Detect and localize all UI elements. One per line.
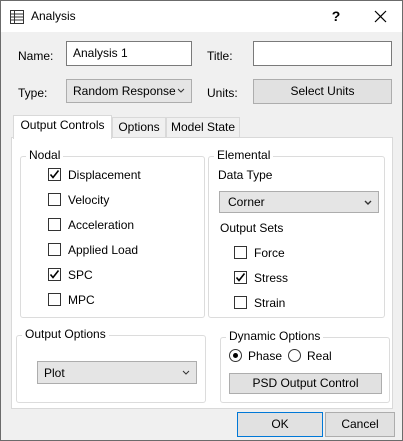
window-title: Analysis xyxy=(31,9,76,23)
velocity-label: Velocity xyxy=(68,193,110,207)
output-controls-panel: Nodal Displacement Velocity Acceleration… xyxy=(11,137,393,409)
help-button[interactable]: ? xyxy=(321,1,351,32)
units-label: Units: xyxy=(207,86,238,100)
select-units-button[interactable]: Select Units xyxy=(253,79,392,104)
strain-label: Strain xyxy=(254,296,286,310)
strain-checkbox[interactable] xyxy=(234,296,247,309)
mpc-label: MPC xyxy=(68,293,95,307)
title-bar: Analysis ? xyxy=(1,1,402,32)
phase-label: Phase xyxy=(248,349,283,363)
name-label: Name: xyxy=(18,49,54,63)
real-label: Real xyxy=(307,349,332,363)
data-type-value: Corner xyxy=(228,195,265,209)
displacement-label: Displacement xyxy=(68,168,141,182)
title-input[interactable] xyxy=(253,41,392,66)
data-type-select[interactable]: Corner xyxy=(219,191,379,213)
stress-label: Stress xyxy=(254,271,289,285)
psd-output-control-button[interactable]: PSD Output Control xyxy=(229,373,382,394)
radio-selected-dot xyxy=(233,353,238,358)
analysis-dialog: Analysis ? Name: Analysis 1 Title: Type:… xyxy=(0,0,403,441)
tab-options[interactable]: Options xyxy=(112,117,166,138)
output-sets-label: Output Sets xyxy=(220,221,284,235)
nodal-group-title: Nodal xyxy=(26,148,64,162)
name-input[interactable]: Analysis 1 xyxy=(66,41,192,66)
elemental-group-title: Elemental xyxy=(214,148,274,162)
chevron-down-icon xyxy=(364,200,372,205)
applied-load-checkbox[interactable] xyxy=(48,243,61,256)
mpc-checkbox[interactable] xyxy=(48,293,61,306)
output-options-select[interactable]: Plot xyxy=(37,361,197,384)
force-checkbox[interactable] xyxy=(234,246,247,259)
checkmark-icon xyxy=(49,270,60,279)
tab-output-controls[interactable]: Output Controls xyxy=(13,115,112,139)
type-select[interactable]: Random Response xyxy=(66,79,192,103)
checkmark-icon xyxy=(49,170,60,179)
dynamic-options-title: Dynamic Options xyxy=(226,329,324,343)
type-select-value: Random Response xyxy=(73,84,176,98)
title-label: Title: xyxy=(207,49,233,63)
data-type-label: Data Type xyxy=(218,168,273,182)
chevron-down-icon xyxy=(182,370,190,375)
output-options-value: Plot xyxy=(44,366,65,380)
tab-model-state[interactable]: Model State xyxy=(166,117,240,138)
cancel-button[interactable]: Cancel xyxy=(325,412,395,437)
app-table-icon xyxy=(9,9,25,25)
acceleration-checkbox[interactable] xyxy=(48,218,61,231)
checkmark-icon xyxy=(235,273,246,282)
velocity-checkbox[interactable] xyxy=(48,193,61,206)
output-options-title: Output Options xyxy=(22,327,109,341)
close-button[interactable] xyxy=(361,1,401,32)
chevron-down-icon xyxy=(177,88,185,93)
applied-load-label: Applied Load xyxy=(68,243,139,257)
force-label: Force xyxy=(254,246,285,260)
acceleration-label: Acceleration xyxy=(68,218,135,232)
spc-checkbox[interactable] xyxy=(48,268,61,281)
ok-button[interactable]: OK xyxy=(237,412,323,437)
stress-checkbox[interactable] xyxy=(234,271,247,284)
displacement-checkbox[interactable] xyxy=(48,168,61,181)
phase-radio[interactable] xyxy=(229,349,242,362)
real-radio[interactable] xyxy=(288,349,301,362)
spc-label: SPC xyxy=(68,268,93,282)
close-icon xyxy=(374,10,387,23)
type-label: Type: xyxy=(18,86,48,100)
